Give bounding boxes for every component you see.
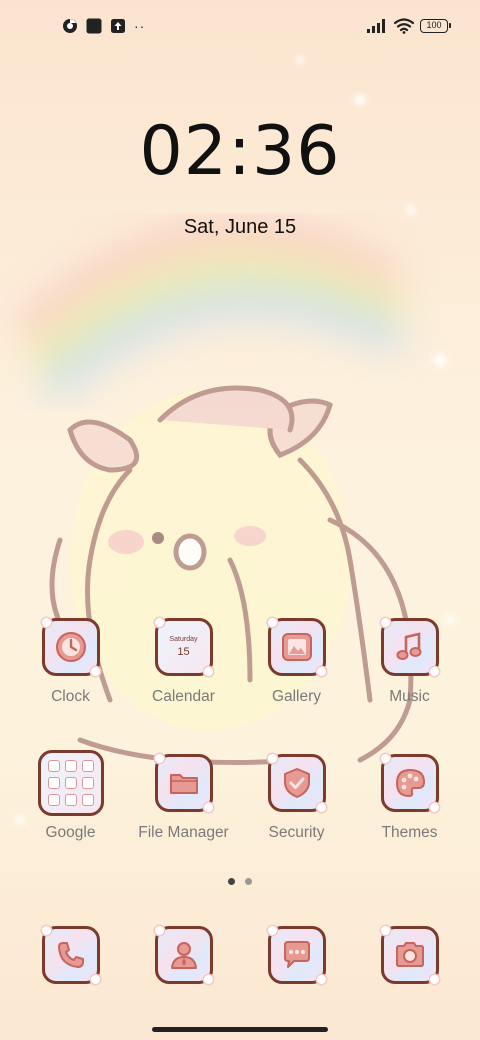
app-security[interactable]: Security — [240, 754, 353, 842]
signal-icon — [367, 19, 385, 33]
app-icon-tile[interactable] — [380, 926, 439, 984]
creature-illustration — [49, 385, 414, 765]
dock-camera[interactable] — [353, 926, 466, 984]
status-bar-left: ·· — [62, 18, 145, 34]
dock — [14, 926, 466, 984]
chrome-app-icon — [63, 19, 77, 33]
app-icon-tile[interactable] — [37, 750, 104, 816]
app-gallery[interactable]: Gallery — [240, 618, 353, 706]
dock-contacts[interactable] — [127, 926, 240, 984]
app-music[interactable]: Music — [353, 618, 466, 706]
rainbow — [11, 217, 407, 405]
app-icon-tile[interactable] — [41, 618, 100, 676]
dock-phone[interactable] — [14, 926, 127, 984]
app-icon-tile[interactable] — [154, 926, 213, 984]
page-dot-1[interactable] — [228, 878, 235, 885]
folder-icon — [169, 774, 198, 794]
app-label: Calendar — [152, 688, 215, 705]
app-google-folder[interactable]: Google — [14, 750, 127, 842]
app-file-manager[interactable]: File Manager — [127, 754, 240, 842]
app-icon-tile[interactable] — [267, 754, 326, 812]
app-icon-tile[interactable] — [41, 926, 100, 984]
messages-icon — [283, 941, 310, 968]
app-label: Google — [45, 824, 96, 841]
dock-messages[interactable] — [240, 926, 353, 984]
app-label: Gallery — [271, 688, 322, 705]
shield-check-icon — [283, 768, 310, 798]
app-themes[interactable]: Themes — [353, 754, 466, 842]
app-icon-tile[interactable] — [380, 754, 439, 812]
app-icon-tile[interactable] — [154, 754, 213, 812]
app-row-1: Clock Saturday 15 Calendar Gallery Music — [14, 618, 466, 706]
app-row-2: Google File Manager Security Themes — [14, 750, 466, 842]
more-notifications-indicator: ·· — [134, 18, 146, 34]
gallery-icon — [281, 633, 312, 661]
gesture-navigation-bar[interactable] — [152, 1027, 328, 1032]
page-indicator — [0, 878, 480, 885]
app-label: Music — [389, 688, 430, 705]
clock-time[interactable]: 02:36 — [0, 112, 480, 191]
app-icon-tile[interactable] — [267, 618, 326, 676]
square-notification-icon — [86, 18, 102, 34]
clock-icon — [55, 632, 86, 662]
clock-date[interactable]: Sat, June 15 — [0, 216, 480, 239]
google-folder-icon — [47, 760, 94, 806]
upload-notification-icon — [111, 19, 125, 33]
app-label: Clock — [51, 688, 90, 705]
app-icon-tile[interactable] — [267, 926, 326, 984]
palette-icon — [395, 768, 425, 798]
app-icon-tile[interactable]: Saturday 15 — [154, 618, 213, 676]
status-bar-right: 100 — [366, 18, 451, 34]
battery-indicator: 100 — [420, 19, 451, 33]
camera-icon — [395, 942, 424, 967]
app-calendar[interactable]: Saturday 15 Calendar — [127, 618, 240, 706]
status-bar: ·· 100 — [0, 0, 480, 56]
page-dot-2[interactable] — [245, 878, 252, 885]
app-icon-tile[interactable] — [380, 618, 439, 676]
app-label: Themes — [381, 824, 438, 841]
app-label: Security — [268, 824, 325, 841]
contacts-icon — [170, 942, 197, 969]
music-note-icon — [396, 632, 421, 660]
calendar-day-number: 15 — [177, 646, 190, 658]
wifi-icon — [394, 18, 414, 34]
phone-icon — [57, 942, 84, 968]
calendar-weekday: Saturday — [169, 636, 198, 643]
app-clock[interactable]: Clock — [14, 618, 127, 706]
app-label: File Manager — [138, 824, 229, 841]
calendar-icon: Saturday 15 — [169, 636, 197, 658]
